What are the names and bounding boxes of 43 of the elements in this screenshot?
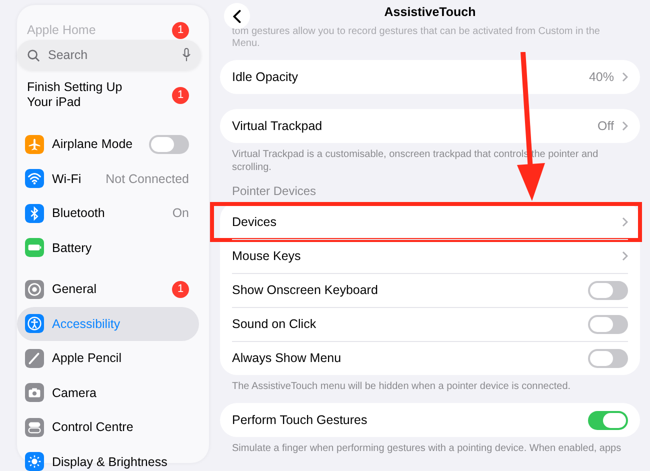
search-input[interactable]: Search [46, 47, 176, 63]
settings-row[interactable]: Always Show Menu [220, 341, 640, 375]
toggle-switch[interactable] [588, 280, 628, 300]
toggle-switch[interactable] [588, 410, 628, 430]
settings-row[interactable]: Sound on Click [220, 307, 640, 341]
back-button[interactable] [224, 3, 250, 29]
settings-row[interactable]: Devices [210, 202, 642, 242]
sidebar-item[interactable]: General 1 [17, 272, 199, 306]
section-header: Pointer Devices [231, 184, 318, 198]
settings-row[interactable]: Idle Opacity 40% [220, 60, 640, 94]
sidebar-item[interactable]: Airplane Mode [17, 127, 199, 162]
toggle-switch[interactable] [588, 348, 628, 368]
chevron-icon [622, 217, 628, 227]
sidebar-item[interactable]: Bluetooth On [17, 196, 199, 230]
search-field[interactable]: Search [17, 40, 201, 70]
back-icon [233, 10, 241, 22]
caption-text: The AssistiveTouch menu will be hidden when a pointer device is connected. [232, 380, 572, 393]
sidebar-item[interactable]: Apple Pencil [17, 341, 199, 376]
chevron-icon [622, 72, 628, 82]
sidebar-item[interactable]: Finish Setting Up Your iPad [27, 80, 147, 110]
page-title: AssistiveTouch [384, 5, 476, 19]
toggle-switch[interactable] [149, 134, 189, 154]
chevron-icon [622, 251, 628, 261]
notification-badge: 1 [172, 86, 189, 104]
notification-badge: 1 [172, 22, 189, 38]
settings-row[interactable]: Show Onscreen Keyboard [220, 273, 640, 307]
chevron-icon [622, 121, 628, 131]
status-text: On [172, 206, 189, 220]
toggle-switch[interactable] [588, 314, 628, 334]
settings-row[interactable]: Virtual Trackpad Off [220, 109, 640, 143]
sidebar-item[interactable]: Control Centre [17, 410, 199, 444]
caption-text: Simulate a finger when performing gestures with a pointing device. When enabled, apps [232, 442, 622, 455]
sidebar-item[interactable]: Camera [17, 376, 199, 410]
caption-text: tom gestures allow you to record gestures that can be activated from Custom in the Menu. [231, 26, 601, 50]
sidebar-item[interactable]: Display & Brightness [17, 444, 199, 471]
notification-badge: 1 [172, 280, 189, 298]
microphone-icon[interactable] [182, 48, 191, 62]
sidebar-item[interactable]: Battery [17, 230, 199, 265]
sidebar-item[interactable]: Wi-Fi Not Connected [17, 162, 199, 196]
settings-row[interactable]: Mouse Keys [220, 239, 640, 273]
search-icon [27, 48, 40, 62]
settings-row[interactable]: Perform Touch Gestures [220, 403, 640, 437]
status-text: Not Connected [106, 172, 189, 186]
